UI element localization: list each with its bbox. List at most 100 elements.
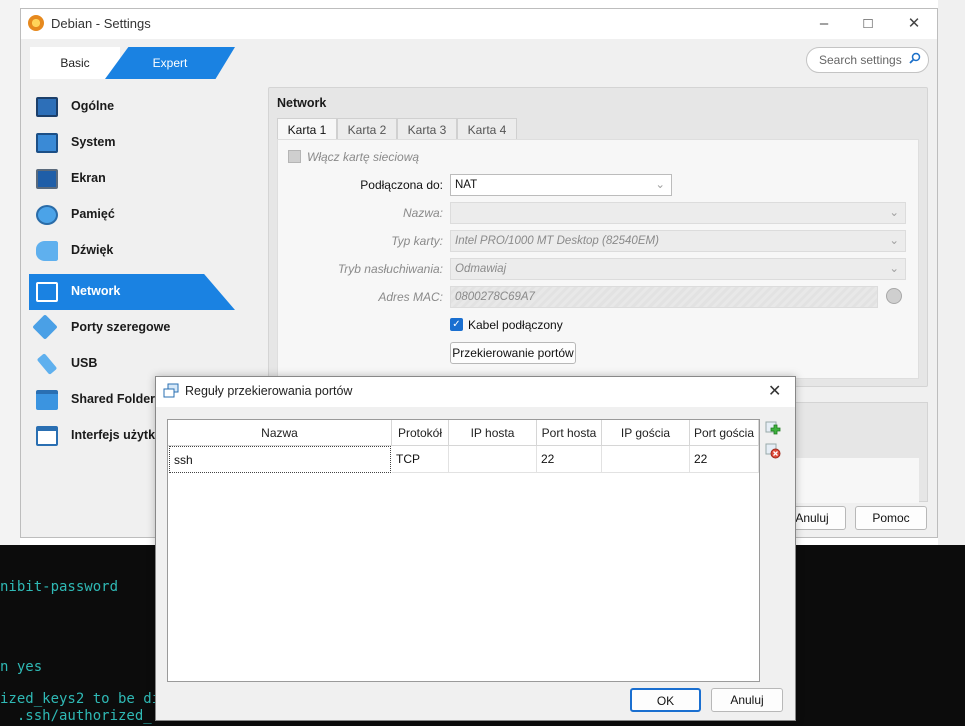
sidebar-item-audio[interactable]: Dźwięk bbox=[29, 233, 269, 269]
network-panel: Network Karta 1 Karta 2 Karta 3 Karta 4 … bbox=[268, 87, 928, 387]
enable-adapter-label: Włącz kartę sieciową bbox=[307, 150, 420, 164]
chevron-down-icon: ⌄ bbox=[889, 207, 899, 219]
sidebar-item-label: Shared Folders bbox=[71, 392, 162, 406]
sidebar-item-label: Dźwięk bbox=[71, 243, 114, 257]
sidebar-item-label: USB bbox=[71, 356, 98, 370]
table-cell-host-port[interactable]: 22 bbox=[537, 446, 602, 473]
terminal-line: nibit-password bbox=[0, 579, 119, 595]
minimize-button[interactable]: – bbox=[809, 13, 839, 35]
shared-folders-icon bbox=[36, 390, 58, 410]
promiscuous-mode-label: Tryb nasłuchiwania: bbox=[337, 262, 443, 276]
adapter-settings: Włącz kartę sieciową Podłączona do: NAT … bbox=[277, 139, 919, 379]
table-cell-protocol[interactable]: TCP bbox=[392, 446, 449, 473]
audio-icon bbox=[36, 241, 58, 261]
chevron-down-icon: ⌄ bbox=[889, 235, 899, 247]
dialog-title: Reguły przekierowania portów bbox=[185, 384, 353, 398]
column-header-guest-ip[interactable]: IP gościa bbox=[602, 420, 690, 446]
sidebar-item-label: Ekran bbox=[71, 171, 106, 185]
sidebar-item-label: Porty szeregowe bbox=[71, 320, 171, 334]
table-cell-host-ip[interactable] bbox=[449, 446, 537, 473]
section-title: Network bbox=[277, 96, 327, 110]
terminal-line: .ssh/authorized_ bbox=[0, 708, 152, 724]
terminal-line: n yes bbox=[0, 659, 43, 675]
table-cell-guest-ip[interactable] bbox=[602, 446, 690, 473]
mac-address-input[interactable]: 0800278C69A7 bbox=[450, 286, 878, 308]
window-title: Debian - Settings bbox=[51, 16, 151, 31]
maximize-button[interactable]: □ bbox=[853, 13, 883, 35]
network-icon bbox=[163, 383, 179, 399]
column-header-protocol[interactable]: Protokół bbox=[392, 420, 449, 446]
dialog-title-bar: Reguły przekierowania portów ✕ bbox=[156, 377, 795, 407]
column-header-host-ip[interactable]: IP hosta bbox=[449, 420, 537, 446]
add-rule-icon[interactable] bbox=[765, 421, 781, 437]
system-icon bbox=[36, 133, 58, 153]
sidebar-item-serial-ports[interactable]: Porty szeregowe bbox=[29, 310, 269, 346]
background-app-edge bbox=[0, 0, 20, 545]
port-forwarding-dialog: Reguły przekierowania portów ✕ Nazwa Pro… bbox=[155, 376, 796, 721]
chevron-down-icon: ⌄ bbox=[655, 179, 665, 191]
enable-adapter-checkbox[interactable] bbox=[288, 150, 301, 163]
refresh-mac-icon[interactable] bbox=[886, 288, 902, 304]
display-icon bbox=[36, 169, 58, 189]
column-header-guest-port[interactable]: Port gościa bbox=[690, 420, 759, 446]
storage-icon bbox=[36, 205, 58, 225]
mac-address-value: 0800278C69A7 bbox=[455, 291, 535, 303]
attached-to-label: Podłączona do: bbox=[360, 178, 443, 192]
table-cell-guest-port[interactable]: 22 bbox=[690, 446, 759, 473]
search-placeholder: Search settings bbox=[819, 53, 902, 67]
network-icon bbox=[36, 282, 58, 302]
adapter-type-label: Typ karty: bbox=[391, 234, 443, 248]
usb-icon bbox=[36, 353, 58, 375]
tab-adapter-1[interactable]: Karta 1 bbox=[277, 118, 337, 140]
attached-to-value: NAT bbox=[455, 179, 478, 191]
mode-tabs: Basic Expert bbox=[30, 47, 235, 79]
sidebar-item-label: Pamięć bbox=[71, 207, 115, 221]
user-interface-icon bbox=[36, 426, 58, 446]
column-header-host-port[interactable]: Port hosta bbox=[537, 420, 602, 446]
sidebar-item-label: Ogólne bbox=[71, 99, 115, 113]
tab-expert[interactable]: Expert bbox=[105, 47, 235, 79]
ok-button[interactable]: OK bbox=[630, 688, 701, 712]
port-forwarding-button[interactable]: Przekierowanie portów bbox=[450, 342, 576, 364]
terminal-line: ized_keys2 to be dis bbox=[0, 691, 169, 707]
name-label: Nazwa: bbox=[402, 206, 443, 220]
sidebar-item-general[interactable]: Ogólne bbox=[29, 89, 269, 125]
sidebar-active-highlight bbox=[29, 274, 235, 310]
attached-to-select[interactable]: NAT ⌄ bbox=[450, 174, 672, 196]
sidebar-item-label: System bbox=[71, 135, 116, 149]
general-icon bbox=[36, 97, 58, 117]
virtualbox-icon bbox=[28, 15, 44, 31]
sidebar-item-label: Network bbox=[71, 284, 121, 298]
column-header-name[interactable]: Nazwa bbox=[168, 420, 392, 446]
tab-adapter-2[interactable]: Karta 2 bbox=[337, 118, 397, 140]
chevron-down-icon: ⌄ bbox=[889, 263, 899, 275]
close-icon[interactable]: ✕ bbox=[768, 381, 781, 401]
title-bar: Debian - Settings – □ ✕ bbox=[21, 9, 937, 39]
rules-table: Nazwa Protokół IP hosta Port hosta IP go… bbox=[167, 419, 760, 682]
sidebar-item-display[interactable]: Ekran bbox=[29, 161, 269, 197]
background-app-edge-right bbox=[938, 0, 965, 545]
remove-rule-icon[interactable] bbox=[765, 443, 781, 459]
promiscuous-mode-select[interactable]: Odmawiaj ⌄ bbox=[450, 258, 906, 280]
sidebar-item-storage[interactable]: Pamięć bbox=[29, 197, 269, 233]
search-input[interactable]: Search settings bbox=[806, 47, 929, 73]
tab-adapter-3[interactable]: Karta 3 bbox=[397, 118, 457, 140]
cable-connected-label: Kabel podłączony bbox=[468, 318, 563, 332]
adapter-type-select[interactable]: Intel PRO/1000 MT Desktop (82540EM) ⌄ bbox=[450, 230, 906, 252]
sidebar-item-network[interactable]: Network bbox=[29, 274, 269, 310]
adapter-type-value: Intel PRO/1000 MT Desktop (82540EM) bbox=[455, 235, 659, 247]
serial-ports-icon bbox=[32, 314, 58, 340]
close-button[interactable]: ✕ bbox=[899, 13, 929, 35]
sidebar-item-label: Interfejs użytk bbox=[71, 428, 156, 442]
tab-basic[interactable]: Basic bbox=[30, 47, 120, 79]
help-button[interactable]: Pomoc bbox=[855, 506, 927, 530]
promiscuous-mode-value: Odmawiaj bbox=[455, 263, 507, 275]
sidebar-item-system[interactable]: System bbox=[29, 125, 269, 161]
search-icon bbox=[909, 52, 921, 67]
tab-adapter-4[interactable]: Karta 4 bbox=[457, 118, 517, 140]
table-cell-name[interactable]: ssh bbox=[169, 446, 391, 473]
mac-address-label: Adres MAC: bbox=[378, 290, 443, 304]
name-select[interactable]: ⌄ bbox=[450, 202, 906, 224]
cable-connected-checkbox[interactable]: ✓ bbox=[450, 318, 463, 331]
cancel-button[interactable]: Anuluj bbox=[711, 688, 783, 712]
